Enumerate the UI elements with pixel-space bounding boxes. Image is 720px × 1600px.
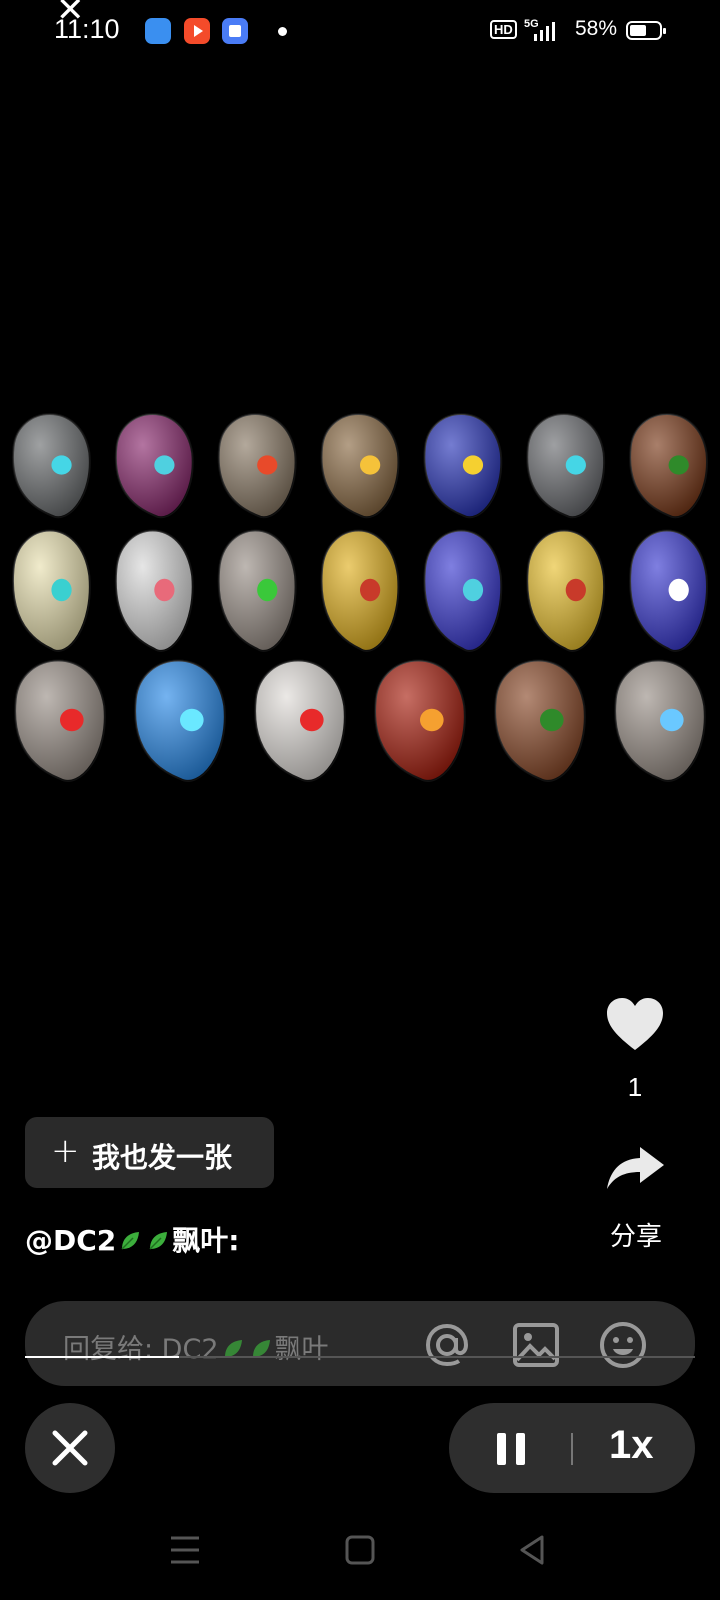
helmet-shading xyxy=(321,530,399,651)
mention-icon[interactable] xyxy=(422,1320,472,1370)
video-progress-bar[interactable] xyxy=(25,1356,695,1358)
helmet-glow xyxy=(565,578,586,602)
speed-button[interactable]: 1x xyxy=(609,1423,654,1468)
divider xyxy=(571,1433,573,1465)
reply-placeholder-prefix: 回复给: DC2 xyxy=(63,1334,219,1365)
back-nav-icon[interactable] xyxy=(512,1530,552,1570)
helmet-shading xyxy=(218,530,296,651)
helmet-glow xyxy=(154,455,175,475)
helmet-shading xyxy=(424,414,502,518)
helmet-shading xyxy=(115,414,193,518)
helmet-shading xyxy=(375,660,465,781)
helmet-shading xyxy=(15,660,105,781)
helmet-shading xyxy=(12,414,90,518)
helmet-shading xyxy=(321,414,399,518)
helmet-shading xyxy=(495,660,585,781)
like-count: 1 xyxy=(627,1072,643,1102)
helmet-glow xyxy=(360,578,381,602)
helmet-shading xyxy=(255,660,345,781)
helmet-shading xyxy=(527,530,605,651)
author-suffix: 飘叶: xyxy=(172,1224,240,1257)
close-button[interactable] xyxy=(25,1403,115,1493)
helmet-glow xyxy=(668,578,689,602)
playback-controls: 1x xyxy=(449,1403,695,1493)
reply-placeholder-suffix: 飘叶 xyxy=(274,1334,329,1365)
helmet-glow xyxy=(668,455,689,475)
menu-nav-icon[interactable] xyxy=(165,1530,205,1570)
helmet-shading xyxy=(630,414,707,518)
helmet-glow xyxy=(565,455,586,475)
post-too-button[interactable]: + 我也发一张 xyxy=(25,1117,274,1188)
author-name[interactable]: @DC2 飘叶: xyxy=(25,1219,239,1259)
helmet-glow xyxy=(60,708,84,732)
helmet-glow xyxy=(180,708,204,732)
helmet-glow xyxy=(540,708,564,732)
author-prefix: @DC2 xyxy=(25,1224,117,1257)
video-progress-fill xyxy=(25,1356,180,1358)
leaf-icon xyxy=(149,1232,168,1250)
like-heart-icon[interactable] xyxy=(604,994,666,1056)
helmet-glow xyxy=(360,455,381,475)
helmet-glow xyxy=(257,455,278,475)
helmet-shading xyxy=(135,660,225,781)
plus-icon: + xyxy=(51,1131,80,1171)
helmet-glow xyxy=(300,708,324,732)
helmet-glow xyxy=(660,708,684,732)
helmet-glow xyxy=(257,578,278,602)
helmet-shading xyxy=(630,530,707,651)
helmet-shading xyxy=(615,660,705,781)
helmet-shading xyxy=(218,414,296,518)
helmet-glow xyxy=(51,578,72,602)
pause-icon[interactable] xyxy=(495,1431,527,1467)
helmet-glow xyxy=(154,578,175,602)
share-label[interactable]: 分享 xyxy=(596,1216,676,1253)
reply-input[interactable]: 回复给: DC2 飘叶 xyxy=(25,1301,695,1386)
helmet-shading xyxy=(115,530,193,651)
helmet-glow xyxy=(51,455,72,475)
helmet-glow xyxy=(462,578,484,602)
image-icon[interactable] xyxy=(511,1320,561,1370)
close-icon xyxy=(52,1430,88,1466)
leaf-icon xyxy=(121,1232,140,1250)
home-nav-icon[interactable] xyxy=(340,1530,380,1570)
reply-placeholder: 回复给: DC2 飘叶 xyxy=(63,1327,329,1366)
helmet-shading xyxy=(527,414,605,518)
helmet-shading xyxy=(424,530,502,651)
emoji-icon[interactable] xyxy=(598,1320,648,1370)
helmet-glow xyxy=(462,455,484,475)
post-too-label: 我也发一张 xyxy=(92,1141,233,1174)
share-arrow-icon[interactable] xyxy=(604,1143,666,1193)
helmet-shading xyxy=(12,530,90,651)
helmet-glow xyxy=(420,708,444,732)
